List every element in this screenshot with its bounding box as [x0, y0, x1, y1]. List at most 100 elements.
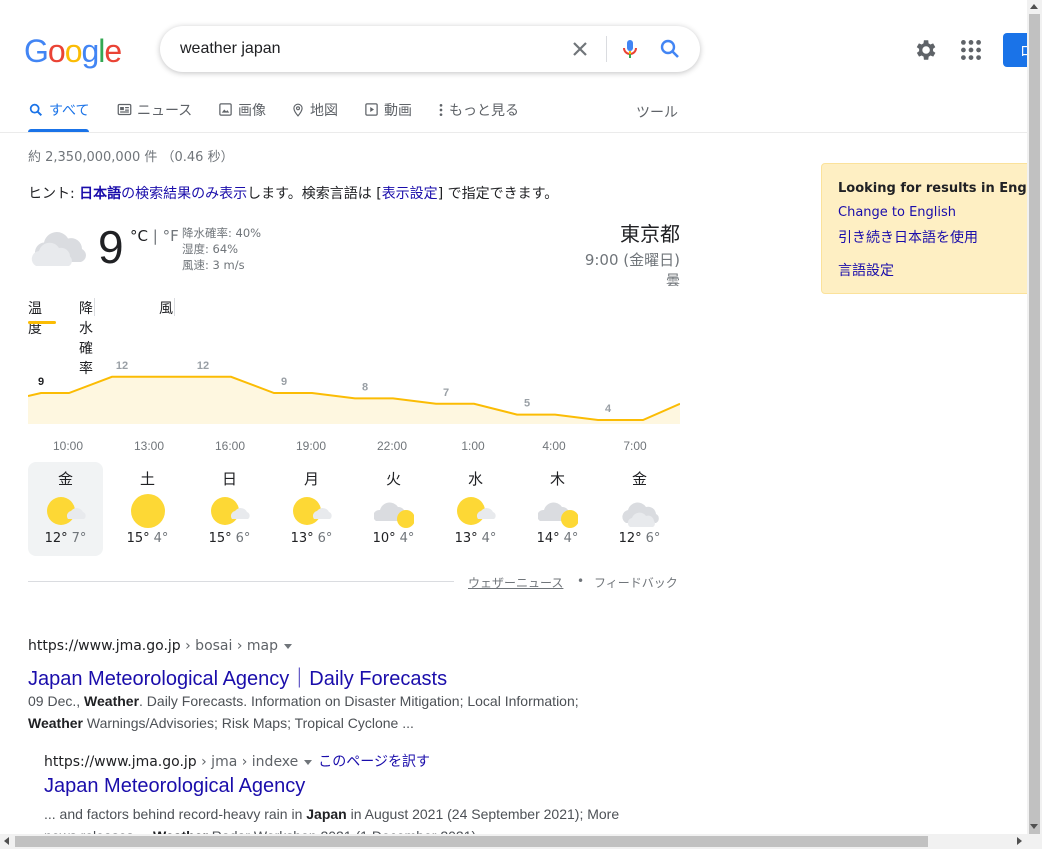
panel-heading: Looking for results in English? — [838, 181, 1042, 196]
daily-forecast: 金 12° 7° 土 15° 4° 日 15° 6° 月 13° 6° 火 10° 4° 水 13° 4° 木 14°… — [28, 462, 684, 558]
temperature-data-label: 12 — [197, 360, 209, 372]
snippet-text: . Daily Forecasts. Information on Disast… — [139, 693, 579, 709]
result-snippet: 09 Dec., Weather. Daily Forecasts. Infor… — [28, 690, 628, 734]
time-tick-label: 19:00 — [296, 439, 326, 453]
wind-speed: 風速: 3 m/s — [182, 258, 245, 272]
low-temp: 4° — [481, 531, 497, 546]
forecast-day[interactable]: 月 13° 6° — [274, 462, 349, 556]
apps-grid-icon[interactable] — [958, 37, 984, 63]
high-temp: 13° — [290, 531, 314, 546]
searchbox-divider — [606, 36, 607, 62]
hint-middle: します。検索言語は [ — [247, 186, 382, 202]
low-temp: 4° — [153, 531, 169, 546]
time-tick-label: 7:00 — [623, 439, 647, 453]
tab-all[interactable]: すべて — [28, 100, 90, 132]
weather-news-link[interactable]: ウェザーニュース — [468, 574, 563, 591]
humidity: 湿度: 64% — [182, 242, 239, 256]
partly-sunny-icon — [46, 497, 86, 525]
forecast-day[interactable]: 土 15° 4° — [110, 462, 185, 556]
forecast-day[interactable]: 金 12° 6° — [602, 462, 677, 556]
hint-link-rest: の検索結果のみ表示 — [121, 186, 248, 202]
forecast-day[interactable]: 木 14° 4° — [520, 462, 595, 556]
time-tick-label: 4:00 — [542, 439, 566, 453]
settings-gear-icon[interactable] — [912, 37, 938, 63]
tab-images[interactable]: 画像 — [218, 100, 266, 132]
result-title-link[interactable]: Japan Meteorological Agency — [44, 775, 305, 798]
day-temps: 12° 6° — [602, 531, 677, 546]
more-vert-icon — [439, 104, 443, 116]
temperature-chart: 9 10:00 12 13:00 12 16:00 9 19:00 8 22:00 7 1:00 5 4:… — [28, 360, 680, 453]
search-input[interactable] — [180, 26, 560, 72]
time-tick-label: 13:00 — [134, 439, 164, 453]
google-logo[interactable]: Google — [24, 33, 122, 70]
result-path: › jma › indexe — [196, 754, 299, 770]
tab-separator — [174, 298, 175, 316]
tab-label: もっと見る — [449, 103, 519, 119]
tools-button[interactable]: ツール — [636, 102, 678, 122]
time-tick-label: 22:00 — [377, 439, 407, 453]
partly-sunny-icon — [210, 497, 250, 525]
tab-more[interactable]: もっと見る — [438, 100, 519, 132]
fahrenheit-unit[interactable]: °F — [163, 227, 179, 245]
tab-news[interactable]: ニュース — [117, 100, 192, 132]
video-icon — [365, 103, 378, 116]
tab-label: すべて — [49, 103, 90, 119]
forecast-day[interactable]: 金 12° 7° — [28, 462, 103, 556]
keep-japanese-link[interactable]: 引き続き日本語を使用 — [838, 227, 978, 247]
clear-icon[interactable] — [568, 37, 592, 61]
high-temp: 10° — [372, 531, 396, 546]
tab-maps[interactable]: 地図 — [291, 100, 338, 132]
display-settings-link[interactable]: 表示設定 — [382, 186, 438, 202]
celsius-unit[interactable]: °C — [130, 227, 148, 245]
tab-videos[interactable]: 動画 — [364, 100, 412, 132]
high-temp: 12° — [44, 531, 68, 546]
forecast-day[interactable]: 日 15° 6° — [192, 462, 267, 556]
temperature-data-label: 9 — [281, 376, 287, 388]
cloudy-icon — [31, 232, 86, 266]
time-tick-label: 10:00 — [53, 439, 83, 453]
low-temp: 6° — [645, 531, 661, 546]
change-to-english-link[interactable]: Change to English — [838, 205, 956, 220]
tabs-divider — [0, 132, 1028, 133]
day-name: 土 — [139, 470, 155, 488]
sunny-icon — [130, 494, 165, 528]
tab-wind[interactable]: 風 — [159, 298, 173, 318]
low-temp: 7° — [71, 531, 87, 546]
time-tick-label: 16:00 — [215, 439, 245, 453]
low-temp: 4° — [399, 531, 415, 546]
forecast-day[interactable]: 水 13° 4° — [438, 462, 513, 556]
mostly-cloudy-icon — [537, 502, 578, 528]
search-icon[interactable] — [658, 37, 682, 61]
high-temp: 14° — [536, 531, 560, 546]
snippet-text: in August 2021 (24 September 2021); More — [346, 806, 620, 822]
temperature-area — [28, 376, 680, 424]
day-name: 月 — [303, 470, 319, 488]
more-options-caret-icon[interactable] — [284, 643, 293, 649]
hint-suffix: ] で指定できます。 — [437, 186, 559, 202]
more-options-caret-icon[interactable] — [304, 759, 313, 765]
current-temperature: 9 — [98, 221, 124, 273]
day-temps: 10° 4° — [356, 531, 431, 546]
forecast-day[interactable]: 火 10° 4° — [356, 462, 431, 556]
hint-link-bold: 日本語 — [79, 186, 122, 202]
translate-page-link[interactable]: このページを訳す — [318, 754, 430, 770]
snippet-bold: Weather — [84, 693, 140, 709]
feedback-link[interactable]: フィードバック — [594, 574, 678, 591]
result-title-link[interactable]: Japan Meteorological Agency｜Daily Foreca… — [28, 662, 447, 691]
vertical-scrollbar-thumb[interactable] — [1029, 14, 1040, 834]
language-settings-link[interactable]: 言語設定 — [838, 260, 894, 280]
day-temps: 15° 4° — [110, 531, 185, 546]
tab-temperature[interactable]: 温度 — [28, 298, 56, 338]
scroll-up-arrow-icon[interactable] — [1030, 4, 1038, 9]
high-temp: 15° — [126, 531, 150, 546]
snippet-bold: Japan — [306, 806, 347, 822]
scroll-down-arrow-icon[interactable] — [1030, 824, 1038, 829]
scroll-right-arrow-icon[interactable] — [1017, 837, 1022, 845]
scroll-left-arrow-icon[interactable] — [4, 837, 9, 845]
microphone-icon[interactable] — [618, 37, 642, 61]
low-temp: 6° — [317, 531, 333, 546]
result-domain: https://www.jma.go.jp — [28, 638, 181, 654]
japanese-only-link[interactable]: 日本語の検索結果のみ表示 — [79, 186, 247, 202]
horizontal-scrollbar-thumb[interactable] — [15, 836, 928, 847]
day-temps: 12° 7° — [28, 531, 103, 546]
